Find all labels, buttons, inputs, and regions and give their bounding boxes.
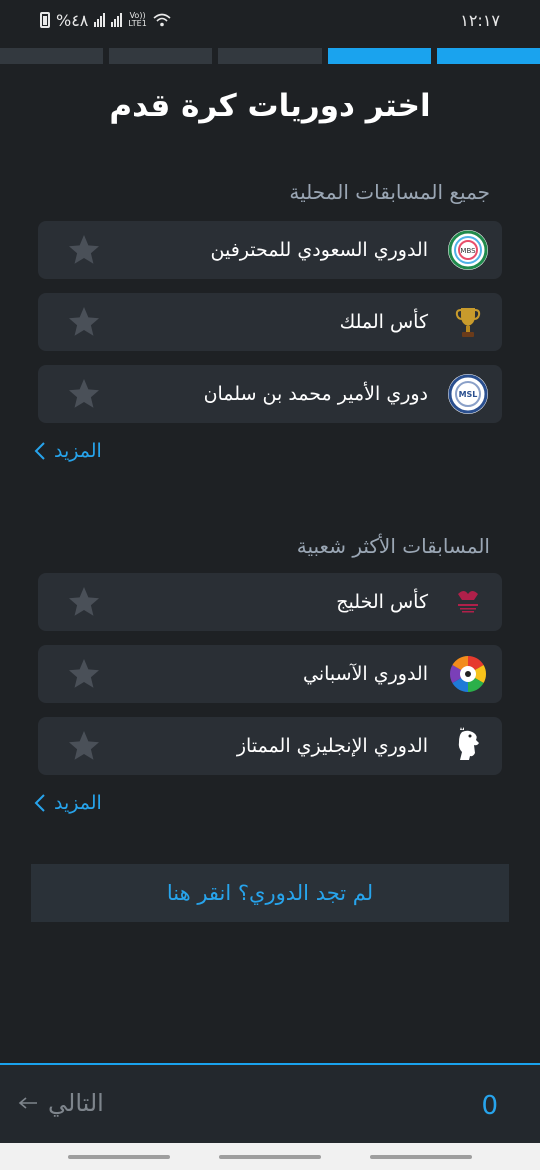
wifi-icon xyxy=(153,13,171,27)
progress-step xyxy=(109,48,213,64)
league-card-gulf-cup[interactable]: كأس الخليج xyxy=(38,573,502,631)
league-card-kings-cup[interactable]: كأس الملك xyxy=(38,293,502,351)
league-card-saudi-pro[interactable]: MBS الدوري السعودي للمحترفين xyxy=(38,221,502,279)
screen: %٤٨ Vo)) LTE1 ١٢:١٧ اختر دوريات كرة قدم … xyxy=(0,0,540,1170)
nav-home-pill[interactable] xyxy=(219,1155,321,1159)
section-title-local: جميع المسابقات المحلية xyxy=(289,180,490,204)
chevron-left-icon xyxy=(34,442,45,460)
svg-text:MBS: MBS xyxy=(460,247,476,255)
card-main: الدوري الإنجليزي الممتاز xyxy=(237,726,488,766)
more-link-label: المزيد xyxy=(54,792,102,814)
more-link-popular[interactable]: المزيد xyxy=(34,792,102,814)
progress-step xyxy=(0,48,104,64)
next-button[interactable]: التالي xyxy=(18,1089,104,1117)
league-card-laliga[interactable]: الدوري الآسباني xyxy=(38,645,502,703)
card-label: الدوري الإنجليزي الممتاز xyxy=(236,735,428,757)
battery-icon xyxy=(40,12,50,28)
svg-text:MSL: MSL xyxy=(459,390,478,399)
card-label: دوري الأمير محمد بن سلمان xyxy=(203,383,428,405)
gulf-cup-icon xyxy=(448,582,488,622)
league-card-premier-league[interactable]: الدوري الإنجليزي الممتاز xyxy=(38,717,502,775)
system-nav-bar xyxy=(0,1143,540,1170)
msl-league-icon: MSL xyxy=(448,374,488,414)
star-icon[interactable] xyxy=(66,232,102,268)
status-bar: %٤٨ Vo)) LTE1 ١٢:١٧ xyxy=(0,0,540,40)
volte-bottom: LTE1 xyxy=(128,19,147,28)
league-not-found-button[interactable]: لم تجد الدوري؟ انقر هنا xyxy=(31,864,509,922)
status-time: ١٢:١٧ xyxy=(460,10,500,30)
selected-count: 0 xyxy=(481,1091,498,1121)
saudi-pro-league-icon: MBS xyxy=(448,230,488,270)
card-label: الدوري الآسباني xyxy=(303,663,428,685)
status-icons: %٤٨ Vo)) LTE1 xyxy=(40,11,171,30)
star-icon[interactable] xyxy=(66,728,102,764)
chevron-left-icon xyxy=(34,794,45,812)
signal-icon xyxy=(94,13,106,27)
kings-cup-trophy-icon xyxy=(448,302,488,342)
bottom-bar: التالي 0 xyxy=(0,1065,540,1143)
progress-step xyxy=(436,48,540,64)
battery-percent: %٤٨ xyxy=(56,10,89,30)
page-title: اختر دوريات كرة قدم xyxy=(109,88,431,124)
nav-recents-pill[interactable] xyxy=(370,1155,472,1159)
progress-step xyxy=(218,48,322,64)
more-link-local[interactable]: المزيد xyxy=(34,440,102,462)
signal-icon xyxy=(111,13,123,27)
premier-league-icon xyxy=(448,726,488,766)
nav-back-pill[interactable] xyxy=(68,1155,170,1159)
card-main: MBS الدوري السعودي للمحترفين xyxy=(210,230,488,270)
card-label: كأس الخليج xyxy=(336,591,428,613)
card-main: كأس الخليج xyxy=(336,582,488,622)
card-main: MSL دوري الأمير محمد بن سلمان xyxy=(204,374,488,414)
progress-step xyxy=(327,48,431,64)
league-card-msl[interactable]: MSL دوري الأمير محمد بن سلمان xyxy=(38,365,502,423)
star-icon[interactable] xyxy=(66,656,102,692)
arrow-left-icon xyxy=(18,1097,37,1109)
card-label: الدوري السعودي للمحترفين xyxy=(210,239,429,261)
card-main: كأس الملك xyxy=(340,302,488,342)
star-icon[interactable] xyxy=(66,304,102,340)
star-icon[interactable] xyxy=(66,376,102,412)
next-button-label: التالي xyxy=(48,1089,104,1117)
section-title-popular: المسابقات الأكثر شعبية xyxy=(296,534,490,558)
card-main: الدوري الآسباني xyxy=(303,654,488,694)
laliga-icon xyxy=(448,654,488,694)
card-label: كأس الملك xyxy=(339,311,428,333)
more-link-label: المزيد xyxy=(54,440,102,462)
volte-indicator: Vo)) LTE1 xyxy=(128,12,146,28)
star-icon[interactable] xyxy=(66,584,102,620)
step-progress xyxy=(0,48,540,64)
